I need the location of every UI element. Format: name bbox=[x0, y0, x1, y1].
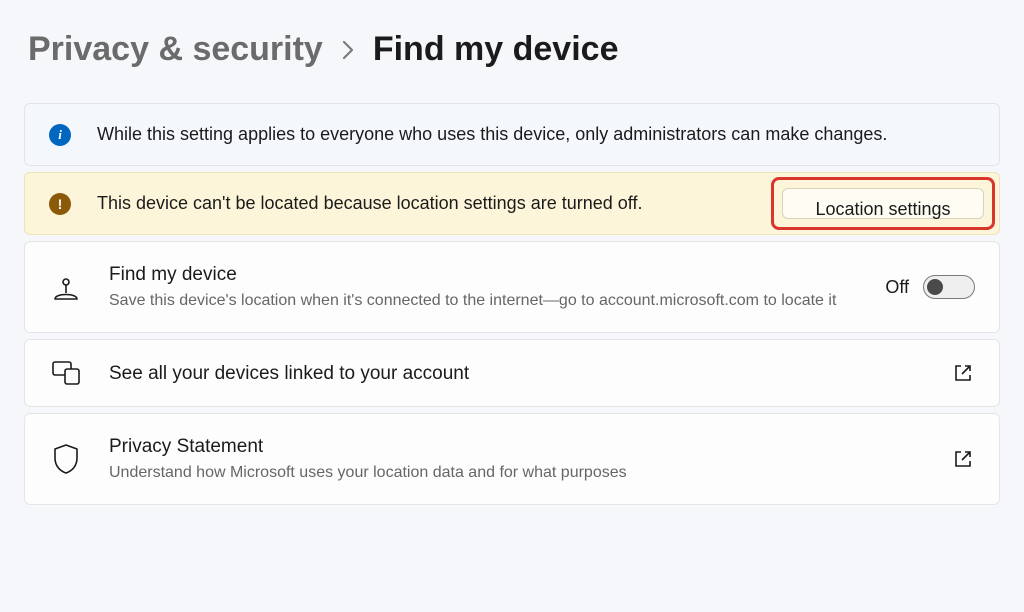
toggle-knob bbox=[927, 279, 943, 295]
find-my-device-toggle-group: Off bbox=[885, 275, 975, 299]
highlight-frame: Location settings bbox=[771, 177, 995, 230]
info-icon: i bbox=[49, 124, 71, 146]
info-banner-text: While this setting applies to everyone w… bbox=[97, 122, 887, 147]
find-my-device-body: Find my device Save this device's locati… bbox=[109, 262, 859, 312]
linked-devices-row[interactable]: See all your devices linked to your acco… bbox=[24, 339, 1000, 407]
linked-devices-title: See all your devices linked to your acco… bbox=[109, 361, 925, 387]
find-my-device-row[interactable]: Find my device Save this device's locati… bbox=[24, 241, 1000, 333]
info-banner: i While this setting applies to everyone… bbox=[24, 103, 1000, 166]
chevron-right-icon bbox=[341, 40, 355, 60]
privacy-statement-desc: Understand how Microsoft uses your locat… bbox=[109, 462, 925, 484]
find-my-device-title: Find my device bbox=[109, 262, 859, 288]
location-pin-icon bbox=[49, 271, 83, 303]
privacy-statement-body: Privacy Statement Understand how Microso… bbox=[109, 434, 925, 484]
warning-icon: ! bbox=[49, 193, 71, 215]
breadcrumb-parent-link[interactable]: Privacy & security bbox=[28, 30, 323, 69]
breadcrumb: Privacy & security Find my device bbox=[28, 30, 1000, 69]
find-my-device-toggle[interactable] bbox=[923, 275, 975, 299]
toggle-state-label: Off bbox=[885, 277, 909, 298]
privacy-statement-title: Privacy Statement bbox=[109, 434, 925, 460]
warning-banner: ! This device can't be located because l… bbox=[24, 172, 1000, 235]
external-link-icon bbox=[951, 363, 975, 383]
external-link-icon bbox=[951, 449, 975, 469]
shield-icon bbox=[49, 443, 83, 475]
devices-icon bbox=[49, 360, 83, 386]
privacy-statement-row[interactable]: Privacy Statement Understand how Microso… bbox=[24, 413, 1000, 505]
page-title: Find my device bbox=[373, 30, 619, 69]
find-my-device-desc: Save this device's location when it's co… bbox=[109, 290, 859, 312]
location-settings-button[interactable]: Location settings bbox=[782, 188, 984, 219]
warning-banner-text: This device can't be located because loc… bbox=[97, 191, 642, 216]
linked-devices-body: See all your devices linked to your acco… bbox=[109, 361, 925, 387]
